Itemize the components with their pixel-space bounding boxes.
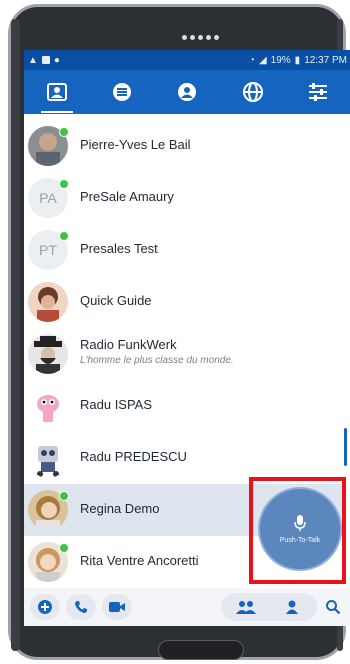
avatar: PT [28,230,69,270]
status-right: ◔ ◢ 19% ▮ 12:37 PM [249,55,347,66]
contact-name: Radu PREDESCU [80,449,187,464]
tab-bubbles[interactable] [165,75,209,109]
image-notification-icon [41,56,50,64]
video-icon [109,602,125,612]
online-status-dot [59,179,69,189]
avatar [28,282,68,322]
push-to-talk-button[interactable]: Push-To-Talk [258,487,342,571]
new-chat-button[interactable] [30,594,60,620]
status-bar: ▲ ● ◔ ◢ 19% ▮ 12:37 PM [24,50,350,70]
contact-card-icon [46,83,67,101]
tab-settings[interactable] [296,75,340,109]
avatar [28,126,69,166]
person-icon [286,600,298,614]
contact-row[interactable]: Quick Guide [24,276,342,328]
app-notification-icon: ● [53,54,60,66]
bubble-group-icon [178,83,197,101]
avatar [28,438,68,478]
battery-icon: ▮ [294,54,301,66]
avatar [28,334,68,374]
battery-percent: 19% [270,54,291,66]
sliders-icon [309,83,328,101]
online-status-dot [59,491,69,501]
avatar [28,490,69,530]
contact-row[interactable]: Radio FunkWerk L'homme le plus classe du… [24,328,342,380]
person-button[interactable] [269,594,315,620]
avatar [28,542,69,582]
tab-contacts[interactable] [35,75,79,113]
microphone-icon [294,515,306,531]
side-frame-left [11,19,20,651]
scrollbar-thumb[interactable] [344,428,347,466]
contact-name: Pierre-Yves Le Bail [80,137,191,152]
online-status-dot [59,127,69,137]
push-to-talk-label: Push-To-Talk [279,537,321,544]
bottom-left-actions [24,594,132,620]
video-call-button[interactable] [102,594,132,620]
home-button[interactable] [158,640,244,660]
contacts-filter-pill [221,593,317,621]
chat-list-icon [113,83,132,101]
status-left-icons: ▲ ● [28,55,60,66]
phone-icon [75,601,87,613]
avatar: PA [28,178,69,218]
contact-name: PreSale Amaury [80,189,174,204]
contact-name: Rita Ventre Ancoretti [80,553,199,568]
bottom-right-actions [221,593,350,621]
warning-icon: ▲ [28,54,38,66]
contact-status-message: L'homme le plus classe du monde. [80,355,234,366]
signal-icon: ◢ [258,54,267,66]
contact-name: Radio FunkWerk [80,337,177,352]
search-icon [326,600,341,615]
contact-name: Presales Test [80,241,158,256]
bottom-toolbar [24,588,350,626]
contact-row[interactable]: Radu ISPAS [24,380,342,432]
tab-conversations[interactable] [100,75,144,109]
top-navigation [24,70,350,114]
contact-name: Radu ISPAS [80,397,153,412]
search-button[interactable] [319,594,347,620]
globe-icon [242,82,263,102]
contact-row[interactable]: PT Presales Test [24,224,342,276]
contact-name: Quick Guide [80,293,152,308]
clock: 12:37 PM [304,54,347,66]
speaker-grille [175,31,225,43]
contact-row[interactable]: PA PreSale Amaury [24,172,342,224]
contact-row[interactable]: Pierre-Yves Le Bail [24,120,342,172]
add-chat-icon [38,600,52,614]
group-icon [236,601,256,614]
wifi-icon: ◔ [248,54,255,66]
group-button[interactable] [223,594,269,620]
online-status-dot [59,543,69,553]
online-status-dot [59,231,69,241]
tab-network[interactable] [231,75,275,109]
avatar [28,386,68,426]
contact-name: Regina Demo [80,501,160,516]
call-button[interactable] [66,594,96,620]
